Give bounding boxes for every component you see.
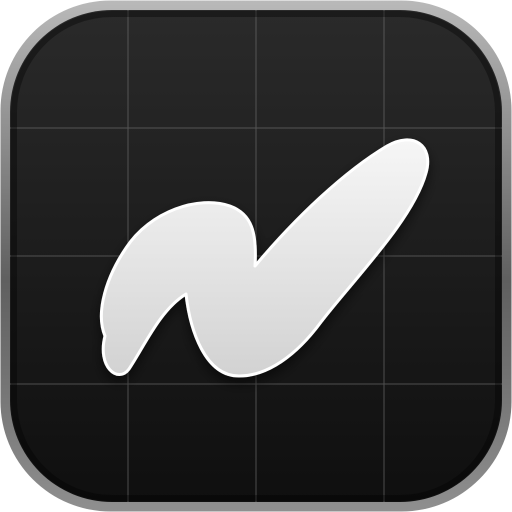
icon-stage [0,0,512,512]
app-icon[interactable] [0,0,512,512]
